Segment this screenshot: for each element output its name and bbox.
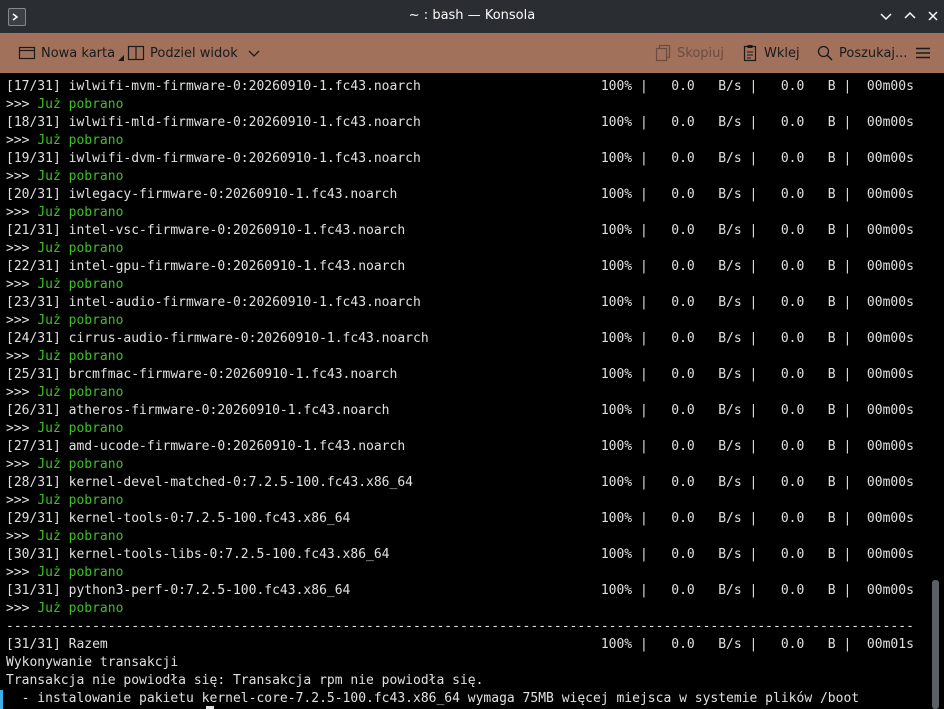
selection-marker — [0, 690, 3, 709]
hamburger-menu-button[interactable] — [914, 44, 932, 62]
terminal-line: [17/31] iwlwifi-mvm-firmware-0:20260910-… — [6, 79, 914, 94]
split-view-icon — [127, 45, 145, 61]
terminal-scrollbar[interactable] — [932, 580, 939, 709]
hamburger-menu-icon — [916, 47, 930, 59]
terminal-line: [31/31] Razem 100% | 0.0 B/s | 0.0 B | 0… — [6, 637, 914, 652]
terminal-line: [24/31] cirrus-audio-firmware-0:20260910… — [6, 331, 914, 346]
terminal-line: [18/31] iwlwifi-mld-firmware-0:20260910-… — [6, 115, 914, 130]
terminal-line: >>> Już pobrano — [6, 313, 124, 328]
terminal-line: [23/31] intel-audio-firmware-0:20260910-… — [6, 295, 914, 310]
window-titlebar: ~ : bash — Konsola — [0, 0, 944, 33]
window-title: ~ : bash — Konsola — [408, 8, 536, 23]
close-icon[interactable] — [925, 8, 941, 24]
terminal-line: [26/31] atheros-firmware-0:20260910-1.fc… — [6, 403, 914, 418]
terminal-line: >>> Już pobrano — [6, 385, 124, 400]
terminal-line: [25/31] brcmfmac-firmware-0:20260910-1.f… — [6, 367, 914, 382]
terminal-line: >>> Już pobrano — [6, 565, 124, 580]
terminal-line: Wykonywanie transakcji — [6, 655, 179, 670]
terminal-line: Transakcja nie powiodła się: Transakcja … — [6, 673, 484, 688]
terminal-line: >>> Już pobrano — [6, 349, 124, 364]
terminal-line: - instalowanie pakietu kernel-core-7.2.5… — [6, 691, 860, 706]
search-icon — [817, 45, 833, 61]
terminal-line: >>> Już pobrano — [6, 601, 124, 616]
copy-button[interactable]: Skopiuj — [654, 44, 724, 62]
terminal-line: [29/31] kernel-tools-0:7.2.5-100.fc43.x8… — [6, 511, 914, 526]
paste-label: Wklej — [764, 45, 800, 61]
terminal-line: [21/31] intel-vsc-firmware-0:20260910-1.… — [6, 223, 914, 238]
copy-icon — [655, 44, 671, 62]
terminal-output[interactable]: [17/31] iwlwifi-mvm-firmware-0:20260910-… — [0, 73, 944, 709]
terminal-line: >>> Już pobrano — [6, 205, 124, 220]
terminal-line: [22/31] intel-gpu-firmware-0:20260910-1.… — [6, 259, 914, 274]
copy-label: Skopiuj — [677, 45, 724, 61]
terminal-line: [30/31] kernel-tools-libs-0:7.2.5-100.fc… — [6, 547, 914, 562]
search-button[interactable]: Poszukaj... — [816, 44, 907, 62]
terminal-line: ----------------------------------------… — [6, 619, 914, 634]
terminal-line: >>> Już pobrano — [6, 529, 124, 544]
terminal-line: [20/31] iwlegacy-firmware-0:20260910-1.f… — [6, 187, 914, 202]
paste-button[interactable]: Wklej — [741, 44, 800, 62]
search-label: Poszukaj... — [839, 45, 908, 61]
paste-icon — [743, 45, 757, 62]
split-view-label: Podziel widok — [150, 45, 238, 61]
terminal-line: >>> Już pobrano — [6, 133, 124, 148]
chevron-down-icon[interactable] — [247, 46, 261, 60]
maximize-chevron-up-icon[interactable] — [902, 8, 918, 24]
toolbar: Nowa karta Podziel widok Skopiuj Wklej P… — [0, 33, 944, 73]
new-tab-button[interactable]: Nowa karta — [18, 44, 125, 62]
terminal-lines: [17/31] iwlwifi-mvm-firmware-0:20260910-… — [6, 78, 914, 708]
new-tab-label: Nowa karta — [41, 45, 116, 61]
minimize-chevron-down-icon[interactable] — [878, 8, 894, 24]
new-tab-icon — [18, 46, 36, 60]
terminal-line: >>> Już pobrano — [6, 169, 124, 184]
terminal-line: >>> Już pobrano — [6, 457, 124, 472]
dropdown-corner-icon — [118, 55, 125, 61]
split-view-button[interactable]: Podziel widok — [127, 44, 261, 62]
terminal-line: [27/31] amd-ucode-firmware-0:20260910-1.… — [6, 439, 914, 454]
terminal-line: [31/31] python3-perf-0:7.2.5-100.fc43.x8… — [6, 583, 914, 598]
terminal-line: [28/31] kernel-devel-matched-0:7.2.5-100… — [6, 475, 914, 490]
terminal-line: >>> Już pobrano — [6, 241, 124, 256]
terminal-line: >>> Już pobrano — [6, 97, 124, 112]
terminal-line: >>> Już pobrano — [6, 421, 124, 436]
terminal-line: [19/31] iwlwifi-dvm-firmware-0:20260910-… — [6, 151, 914, 166]
terminal-line: >>> Już pobrano — [6, 277, 124, 292]
terminal-line: >>> Już pobrano — [6, 493, 124, 508]
